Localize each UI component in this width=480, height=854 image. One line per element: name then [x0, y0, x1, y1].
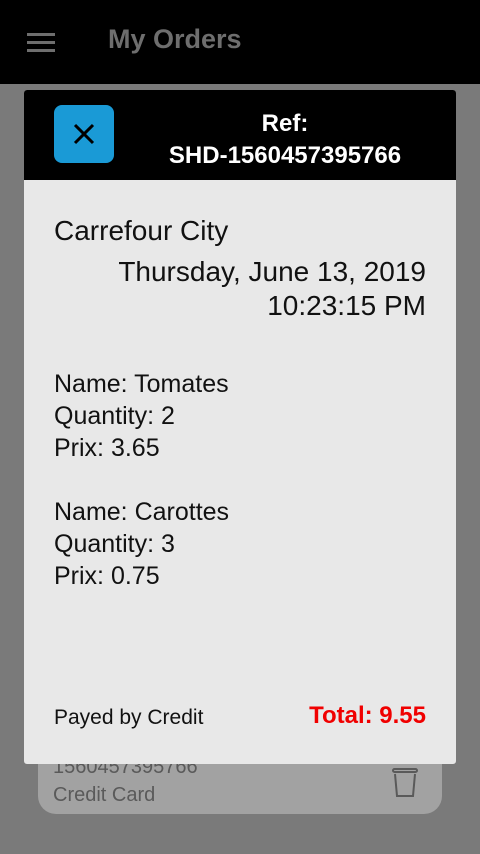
item-name: Name: Carottes: [54, 498, 230, 526]
dialog-header: Ref: SHD-1560457395766: [24, 90, 456, 180]
page-title: My Orders: [108, 24, 242, 54]
ref-label: Ref:: [261, 110, 309, 137]
order-detail-dialog: Ref: SHD-1560457395766 Carrefour City Th…: [24, 90, 456, 764]
order-time: 10:23:15 PM: [267, 290, 426, 321]
app-bar: My Orders: [0, 0, 480, 84]
close-button[interactable]: [54, 105, 114, 163]
item-price: Prix: 0.75: [54, 562, 160, 590]
close-icon: [73, 123, 95, 145]
order-payment: Credit Card: [53, 784, 156, 806]
order-date: Thursday, June 13, 2019: [118, 256, 426, 287]
store-name: Carrefour City: [54, 215, 229, 246]
orders-screen: My Orders 1560457395766 Credit Card Ref:…: [0, 0, 480, 854]
payment-method: Payed by Credit: [54, 706, 204, 729]
order-item: Name: Carottes Quantity: 3 Prix: 0.75: [54, 496, 229, 592]
hamburger-menu-icon[interactable]: [27, 31, 57, 53]
item-quantity: Quantity: 2: [54, 402, 175, 430]
order-total: Total: 9.55: [309, 702, 426, 729]
item-name: Name: Tomates: [54, 370, 229, 398]
item-price: Prix: 3.65: [54, 434, 160, 462]
trash-icon[interactable]: [390, 766, 420, 798]
order-item: Name: Tomates Quantity: 2 Prix: 3.65: [54, 368, 229, 464]
ref-value: SHD-1560457395766: [168, 142, 402, 169]
item-quantity: Quantity: 3: [54, 530, 175, 558]
